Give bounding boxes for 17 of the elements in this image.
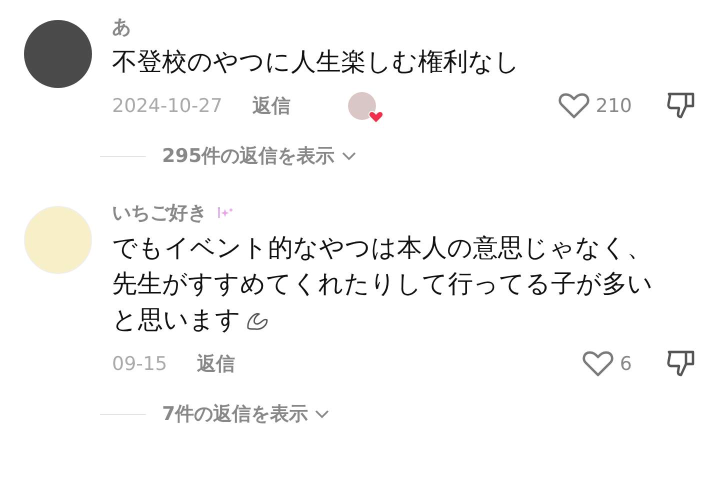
chevron-down-icon <box>314 409 330 419</box>
view-replies-button[interactable]: 7件の返信を表示 <box>162 401 330 427</box>
like-button[interactable]: 6 <box>582 350 632 378</box>
view-replies-button[interactable]: 295件の返信を表示 <box>162 143 357 169</box>
comment-text: でもイベント的なやつは本人の意思じゃなく、先生がすすめてくれたりして行ってる子が多いと思います <box>112 232 654 336</box>
heart-outline-icon <box>558 92 590 120</box>
heart-icon <box>368 110 384 124</box>
username[interactable]: いちご好き <box>112 200 207 226</box>
reply-button[interactable]: 返信 <box>252 93 290 119</box>
reply-button[interactable]: 返信 <box>197 351 236 377</box>
comment-date: 2024-10-27 <box>112 95 222 117</box>
username[interactable]: あ <box>112 14 131 40</box>
heart-outline-icon <box>582 350 614 378</box>
chevron-down-icon <box>340 151 357 161</box>
comment-date: 09-15 <box>112 353 168 375</box>
comment-text: 不登校のやつに人生楽しむ権利なし <box>112 46 521 78</box>
like-button[interactable]: 210 <box>558 92 632 120</box>
